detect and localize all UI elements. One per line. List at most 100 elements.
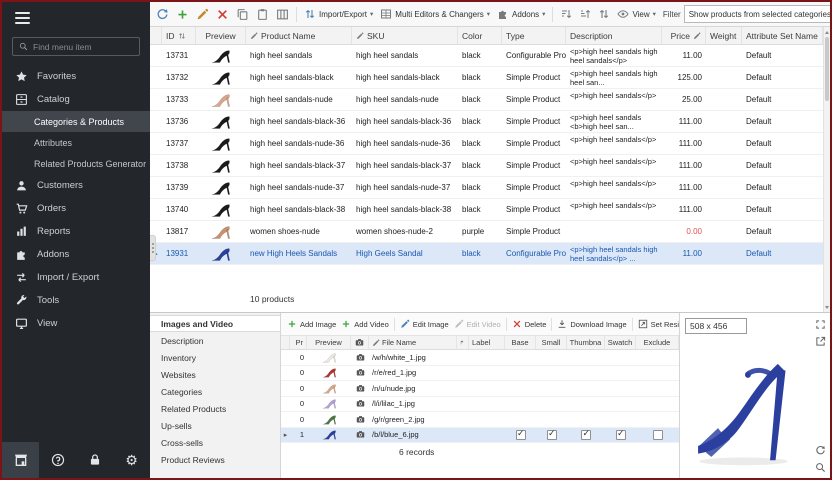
column-header-attribute-set[interactable]: Attribute Set Name — [742, 27, 823, 44]
tab-images-and-video[interactable]: Images and Video — [150, 315, 280, 332]
paste-button[interactable] — [254, 6, 271, 23]
reorder-button[interactable] — [596, 6, 612, 22]
column-header-flag[interactable] — [457, 336, 469, 349]
tab-websites[interactable]: Websites — [150, 366, 280, 383]
multi-editors-menu[interactable]: Multi Editors & Changers ▾ — [378, 6, 492, 22]
store-button[interactable] — [2, 442, 39, 478]
view-menu[interactable]: View ▾ — [615, 6, 657, 22]
add-image-button[interactable]: Add Image — [287, 319, 336, 329]
columns-button[interactable] — [274, 6, 291, 23]
base-checkbox[interactable] — [516, 430, 526, 440]
column-header-sku[interactable]: SKU — [352, 27, 458, 44]
column-header-label[interactable]: Label — [469, 336, 505, 349]
product-row[interactable]: 13737 high heel sandals-nude-36 high hee… — [150, 133, 823, 155]
lock-button[interactable] — [76, 442, 113, 478]
product-row[interactable]: 13738 high heel sandals-black-37 high he… — [150, 155, 823, 177]
column-header-color[interactable]: Color — [458, 27, 502, 44]
column-header-file-name[interactable]: File Name — [369, 336, 457, 349]
image-row[interactable]: 0 /w/h/white_1.jpg — [281, 350, 679, 366]
image-row[interactable]: 0 /g/r/green_2.jpg — [281, 412, 679, 428]
thumbnail-checkbox[interactable] — [581, 430, 591, 440]
column-header-type[interactable]: Type — [502, 27, 566, 44]
import-export-menu[interactable]: Import/Export ▾ — [302, 6, 375, 22]
small-checkbox[interactable] — [547, 430, 557, 440]
product-row[interactable]: 13740 high heel sandals-black-38 high he… — [150, 199, 823, 221]
tab-cross-sells[interactable]: Cross-sells — [150, 434, 280, 451]
product-row[interactable]: 13817 women shoes-nude women shoes-nude-… — [150, 221, 823, 243]
resize-dimensions-input[interactable]: 508 x 456 — [685, 318, 747, 334]
sidebar-item-categories-products[interactable]: Categories & Products — [2, 111, 150, 132]
category-filter-select[interactable]: Show products from selected categories ▾ — [684, 5, 830, 23]
tab-inventory[interactable]: Inventory — [150, 349, 280, 366]
column-header-position[interactable]: Pr — [290, 336, 307, 349]
tab-up-sells[interactable]: Up-sells — [150, 417, 280, 434]
sidebar-search[interactable] — [12, 37, 140, 56]
column-header-small[interactable]: Small — [536, 336, 567, 349]
column-header-id[interactable]: ID — [162, 27, 196, 44]
sidebar-item-related-products-generator[interactable]: Related Products Generator — [2, 153, 150, 174]
column-header-description[interactable]: Description — [566, 27, 662, 44]
image-row[interactable]: 0 /r/e/red_1.jpg — [281, 366, 679, 382]
edit-video-button[interactable]: Edit Video — [454, 319, 501, 329]
sidebar-item-attributes[interactable]: Attributes — [2, 132, 150, 153]
product-row[interactable]: 13736 high heel sandals-black-36 high he… — [150, 111, 823, 133]
sidebar-item-catalog[interactable]: Catalog — [2, 88, 150, 111]
edit-image-button[interactable]: Edit Image — [400, 319, 449, 329]
panel-splitter-handle[interactable] — [150, 235, 156, 261]
tab-related-products[interactable]: Related Products — [150, 400, 280, 417]
exclude-checkbox[interactable] — [653, 430, 663, 440]
help-button[interactable] — [39, 442, 76, 478]
copy-button[interactable] — [234, 6, 251, 23]
menu-search-input[interactable] — [33, 42, 133, 52]
sidebar-item-import-export[interactable]: Import / Export — [2, 266, 150, 289]
sort-desc-button[interactable] — [577, 6, 593, 22]
add-video-button[interactable]: Add Video — [341, 319, 388, 329]
product-row[interactable]: 13739 high heel sandals-nude-37 high hee… — [150, 177, 823, 199]
column-header-weight[interactable]: Weight — [706, 27, 742, 44]
add-product-button[interactable] — [174, 6, 191, 23]
sidebar-item-orders[interactable]: Orders — [2, 197, 150, 220]
column-header-base[interactable]: Base — [505, 336, 536, 349]
column-header-exclude[interactable]: Exclude — [636, 336, 679, 349]
tab-product-reviews[interactable]: Product Reviews — [150, 451, 280, 468]
product-row[interactable]: 13731 high heel sandals high heel sandal… — [150, 45, 823, 67]
tab-description[interactable]: Description — [150, 332, 280, 349]
set-resize-rule-button[interactable]: Set Resize Rule — [638, 319, 679, 329]
column-header-thumbnail[interactable]: Thumbna — [567, 336, 605, 349]
product-row[interactable]: 13732 high heel sandals-black high heel … — [150, 67, 823, 89]
swatch-checkbox[interactable] — [616, 430, 626, 440]
product-row[interactable]: 13733 high heel sandals-nude high heel s… — [150, 89, 823, 111]
tab-categories[interactable]: Categories — [150, 383, 280, 400]
scroll-up-arrow[interactable] — [824, 28, 830, 36]
image-row[interactable]: ▸ 1 /b/l/blue_6.jpg — [281, 428, 679, 444]
column-header-preview[interactable]: Preview — [196, 27, 246, 44]
edit-product-button[interactable] — [194, 6, 211, 23]
column-header-image-type[interactable] — [351, 336, 369, 349]
column-header-product-name[interactable]: Product Name — [246, 27, 352, 44]
scroll-down-arrow[interactable] — [824, 303, 830, 311]
column-header-image-preview[interactable]: Preview — [307, 336, 351, 349]
settings-button[interactable]: ⚙ — [113, 442, 150, 478]
sidebar-item-favorites[interactable]: Favorites — [2, 65, 150, 88]
product-row[interactable]: ▸ 13931 new High Heels Sandals High Geel… — [150, 243, 823, 265]
open-external-icon[interactable] — [815, 336, 826, 347]
refresh-button[interactable] — [154, 6, 171, 23]
zoom-icon[interactable] — [815, 462, 826, 473]
sidebar-item-customers[interactable]: Customers — [2, 174, 150, 197]
addons-menu[interactable]: Addons ▾ — [495, 6, 547, 22]
image-row[interactable]: 0 /l/i/lilac_1.jpg — [281, 397, 679, 413]
sort-asc-button[interactable] — [558, 6, 574, 22]
download-image-button[interactable]: Download Image — [557, 319, 626, 329]
sidebar-item-reports[interactable]: Reports — [2, 220, 150, 243]
column-header-price[interactable]: Price — [662, 27, 706, 44]
delete-product-button[interactable] — [214, 6, 231, 23]
sidebar-item-addons[interactable]: Addons — [2, 243, 150, 266]
scrollbar-thumb[interactable] — [825, 37, 829, 101]
refresh-preview-icon[interactable] — [815, 445, 826, 456]
column-header-swatch[interactable]: Swatch — [605, 336, 636, 349]
fullscreen-icon[interactable] — [815, 319, 826, 330]
menu-toggle-button[interactable] — [2, 2, 150, 35]
vertical-scrollbar[interactable] — [823, 27, 830, 312]
sidebar-item-tools[interactable]: Tools — [2, 289, 150, 312]
sidebar-item-view[interactable]: View — [2, 312, 150, 335]
